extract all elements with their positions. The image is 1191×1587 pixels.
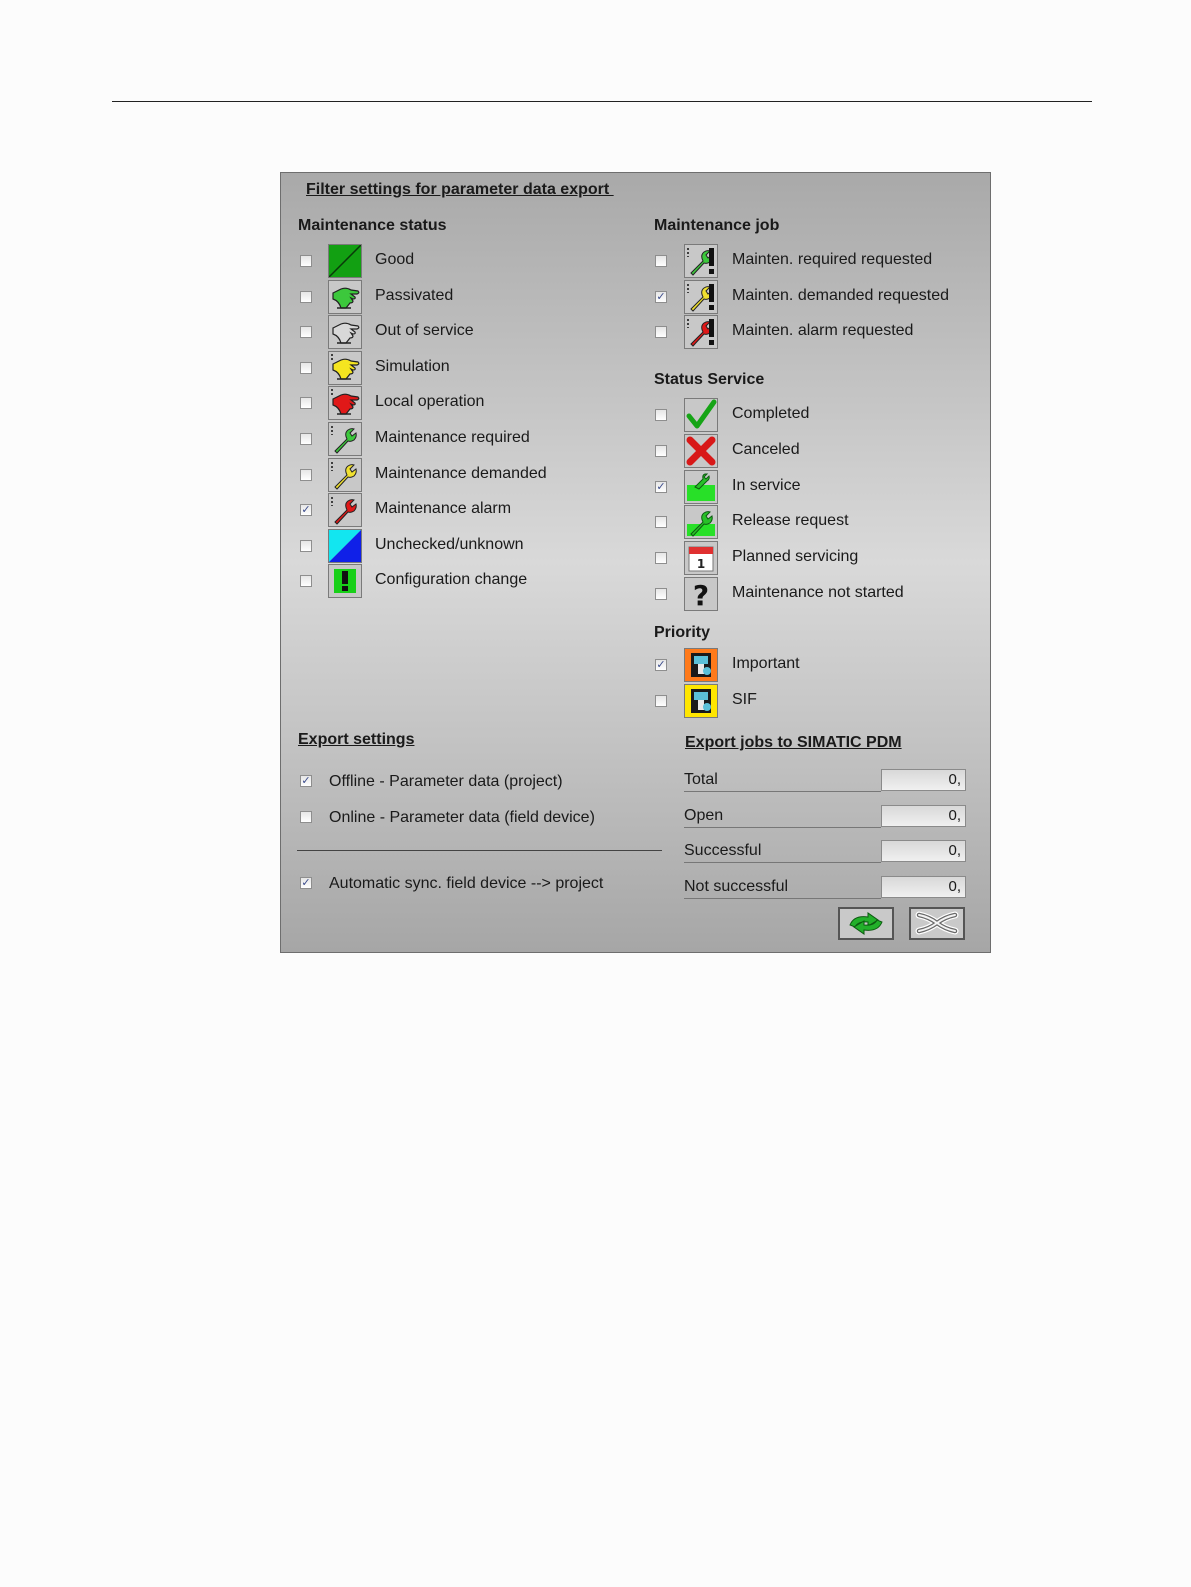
offline-parameter-data-checkbox[interactable]: ✓ (300, 775, 312, 787)
simulation-label: Simulation (375, 357, 450, 375)
wrench-red-icon (328, 493, 362, 528)
passivated-label: Passivated (375, 286, 454, 304)
export-jobs-heading: Export jobs to SIMATIC PDM (685, 734, 902, 751)
local-operation-label: Local operation (375, 393, 485, 411)
export-jobs-successful-value: 0, (881, 840, 966, 863)
mainten-required-requested-label: Mainten. required requested (732, 251, 933, 268)
good-label: Good (375, 251, 415, 268)
export-jobs-open-value: 0, (881, 804, 966, 827)
export-jobs-total-label: Total (684, 771, 718, 788)
mainten-alarm-requested-label: Mainten. alarm requested (732, 322, 914, 340)
passivated-checkbox[interactable] (300, 290, 312, 303)
wrench-green-exclamation-icon (684, 244, 718, 278)
priority-heading: Priority (654, 624, 711, 641)
sif-checkbox[interactable] (655, 695, 667, 707)
out-of-service-hand-icon (328, 315, 362, 350)
online-parameter-data-checkbox[interactable] (300, 811, 312, 823)
export-jobs-row-underline (684, 897, 881, 899)
completed-checkbox[interactable] (655, 409, 667, 421)
configuration-change-label: Configuration change (375, 571, 528, 589)
unknown-icon (328, 528, 362, 563)
local-operation-hand-icon (328, 386, 362, 421)
planned-servicing-checkbox[interactable] (655, 552, 667, 565)
maintenance-job-heading: Maintenance job (654, 217, 780, 234)
red-x-icon (684, 433, 718, 468)
export-jobs-not-successful-value: 0, (881, 875, 966, 898)
out-of-service-label: Out of service (375, 322, 474, 340)
release-request-label: Release request (732, 512, 849, 530)
canceled-checkbox[interactable] (655, 444, 667, 457)
important-checkbox[interactable]: ✓ (655, 659, 667, 671)
local-operation-checkbox[interactable] (300, 397, 312, 410)
svg-text:1: 1 (697, 557, 705, 571)
unchecked-unknown-checkbox[interactable] (300, 539, 312, 552)
maintenance-required-label: Maintenance required (375, 429, 530, 446)
export-jobs-row-underline (684, 791, 881, 792)
in-service-checkbox[interactable]: ✓ (655, 480, 667, 493)
status-service-heading: Status Service (654, 371, 765, 388)
out-of-service-checkbox[interactable] (300, 326, 312, 339)
auto-sync-label: Automatic sync. field device --> project (329, 875, 604, 892)
maintenance-status-heading: Maintenance status (298, 217, 447, 234)
calendar-icon: 1 (684, 541, 718, 576)
export-jobs-open-label: Open (684, 806, 724, 824)
maintenance-not-started-label: Maintenance not started (732, 584, 904, 601)
maintenance-demanded-label: Maintenance demanded (375, 464, 547, 482)
exclamation-icon (328, 564, 362, 599)
release-request-checkbox[interactable] (655, 516, 667, 529)
question-mark-icon: ? (684, 577, 718, 611)
mainten-required-requested-checkbox[interactable] (655, 255, 667, 267)
refresh-button[interactable] (838, 907, 894, 940)
passivated-hand-icon (328, 279, 362, 314)
export-jobs-row-underline (684, 826, 881, 828)
export-jobs-row-underline (684, 862, 881, 864)
refresh-arrows-icon (840, 912, 892, 942)
mainten-demanded-requested-label: Mainten. demanded requested (732, 286, 950, 304)
filter-settings-dialog: Filter settings for parameter data expor… (280, 172, 991, 953)
checkmark-icon (684, 398, 718, 432)
in-service-label: In service (732, 476, 801, 494)
wrench-green-icon (328, 422, 362, 456)
export-jobs-successful-label: Successful (684, 842, 762, 860)
release-request-icon (684, 505, 718, 540)
mainten-alarm-requested-checkbox[interactable] (655, 326, 667, 339)
in-service-icon (684, 469, 718, 504)
configuration-change-checkbox[interactable] (300, 575, 312, 588)
mainten-demanded-requested-checkbox[interactable]: ✓ (655, 290, 667, 303)
priority-yellow-icon (684, 684, 718, 718)
wrench-red-exclamation-icon (684, 315, 718, 350)
planned-servicing-label: Planned servicing (732, 548, 859, 566)
dialog-title: Filter settings for parameter data expor… (306, 181, 614, 198)
good-checkbox[interactable] (300, 255, 312, 267)
cancel-button[interactable] (909, 907, 965, 940)
simulation-checkbox[interactable] (300, 361, 312, 374)
export-settings-divider (297, 850, 662, 851)
good-icon (328, 244, 362, 278)
offline-parameter-data-label: Offline - Parameter data (project) (329, 773, 563, 790)
wrench-yellow-icon (328, 457, 362, 492)
completed-label: Completed (732, 405, 810, 422)
sif-label: SIF (732, 691, 757, 708)
simulation-hand-icon (328, 350, 362, 385)
online-parameter-data-label: Online - Parameter data (field device) (329, 809, 595, 826)
wrench-yellow-exclamation-icon (684, 279, 718, 314)
maintenance-alarm-checkbox[interactable]: ✓ (300, 504, 312, 517)
maintenance-required-checkbox[interactable] (300, 433, 312, 445)
important-label: Important (732, 655, 800, 672)
page-header-rule (112, 101, 1092, 102)
cancel-x-icon (911, 911, 963, 942)
maintenance-demanded-checkbox[interactable] (300, 468, 312, 481)
priority-orange-icon (684, 648, 718, 682)
export-jobs-not-successful-label: Not successful (684, 877, 789, 895)
maintenance-alarm-label: Maintenance alarm (375, 500, 512, 518)
unchecked-unknown-label: Unchecked/unknown (375, 535, 524, 553)
export-jobs-total-value: 0, (881, 769, 966, 791)
svg-text:?: ? (693, 579, 709, 610)
auto-sync-checkbox[interactable]: ✓ (300, 877, 312, 889)
maintenance-not-started-checkbox[interactable] (655, 588, 667, 600)
export-settings-heading: Export settings (298, 731, 415, 748)
canceled-label: Canceled (732, 440, 800, 458)
